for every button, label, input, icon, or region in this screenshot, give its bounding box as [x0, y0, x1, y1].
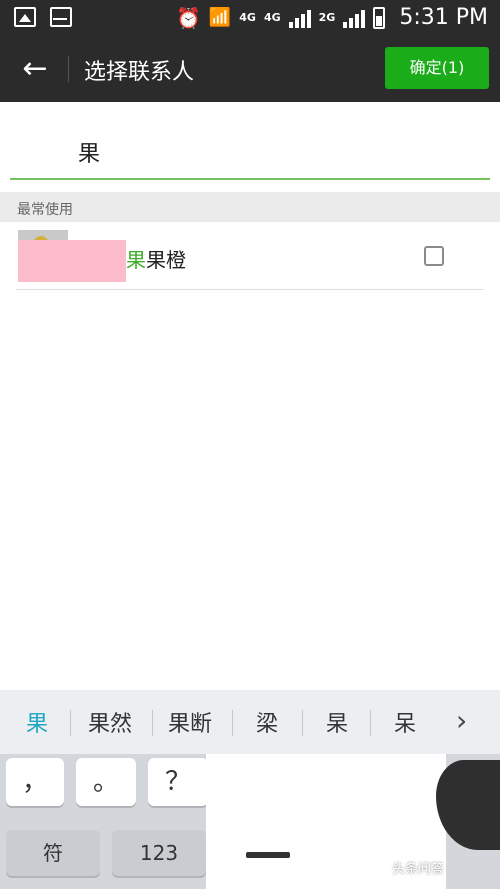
row-divider [16, 289, 484, 290]
header-divider [68, 56, 69, 82]
alarm-icon: ⏰ [175, 5, 201, 30]
candidate-item[interactable]: 果断 [168, 706, 212, 738]
confirm-button[interactable]: 确定(1) [385, 47, 489, 89]
sim1-type: 4G [263, 11, 281, 24]
search-underline [10, 178, 490, 180]
wifi-icon: 📶 [208, 7, 232, 28]
key-period[interactable]: 。 [76, 758, 136, 806]
contact-name: 果果橙 [126, 244, 186, 273]
status-indicators: ⏰ 📶 4G 4G 2G 5:31 PM [176, 5, 488, 30]
status-notifications [14, 7, 72, 27]
signal-icon-2 [343, 8, 366, 28]
candidate-divider [232, 710, 233, 736]
candidate-divider [152, 710, 153, 736]
redacted-area [18, 240, 126, 282]
space-key-icon[interactable] [246, 852, 290, 858]
candidate-item[interactable]: 果 [26, 706, 48, 738]
key-comma[interactable]: ， [6, 758, 64, 806]
status-bar: ⏰ 📶 4G 4G 2G 5:31 PM [0, 0, 500, 36]
battery-icon [373, 6, 386, 29]
candidate-divider [302, 710, 303, 736]
title-bar: ← 选择联系人 确定(1) [0, 36, 500, 102]
key-question[interactable]: ？ [148, 758, 208, 806]
status-time: 5:31 PM [399, 5, 488, 30]
candidate-item[interactable]: 梁 [256, 706, 278, 738]
network-type: 4G [239, 11, 256, 24]
sim2-type: 2G [318, 11, 336, 24]
list-item[interactable]: 果果橙 [0, 222, 500, 290]
chevron-right-icon[interactable]: › [456, 704, 467, 737]
candidate-item[interactable]: 呆 [394, 706, 416, 738]
candidate-divider [370, 710, 371, 736]
key-numbers[interactable]: 123 [112, 830, 206, 876]
watermark: 头条问答 [392, 862, 445, 877]
signal-icon [288, 8, 311, 28]
mail-notification-icon [50, 7, 72, 27]
candidate-item[interactable]: 果然 [88, 706, 132, 738]
candidate-item[interactable]: 杲 [326, 706, 348, 738]
section-header: 最常使用 [0, 192, 500, 222]
search-input[interactable]: 果 [78, 136, 100, 168]
contact-checkbox[interactable] [424, 246, 444, 266]
section-label: 最常使用 [17, 202, 73, 218]
name-highlight: 果 [126, 248, 146, 272]
candidate-divider [70, 710, 71, 736]
search-area[interactable]: 果 [0, 102, 500, 190]
name-rest: 果橙 [146, 248, 186, 272]
page-title: 选择联系人 [84, 60, 195, 85]
ime-candidate-bar: 果 果然 果断 梁 杲 呆 › [0, 690, 500, 754]
arrow-left-icon[interactable]: ← [18, 52, 52, 86]
key-symbols[interactable]: 符 [6, 830, 100, 876]
image-notification-icon [14, 7, 36, 27]
